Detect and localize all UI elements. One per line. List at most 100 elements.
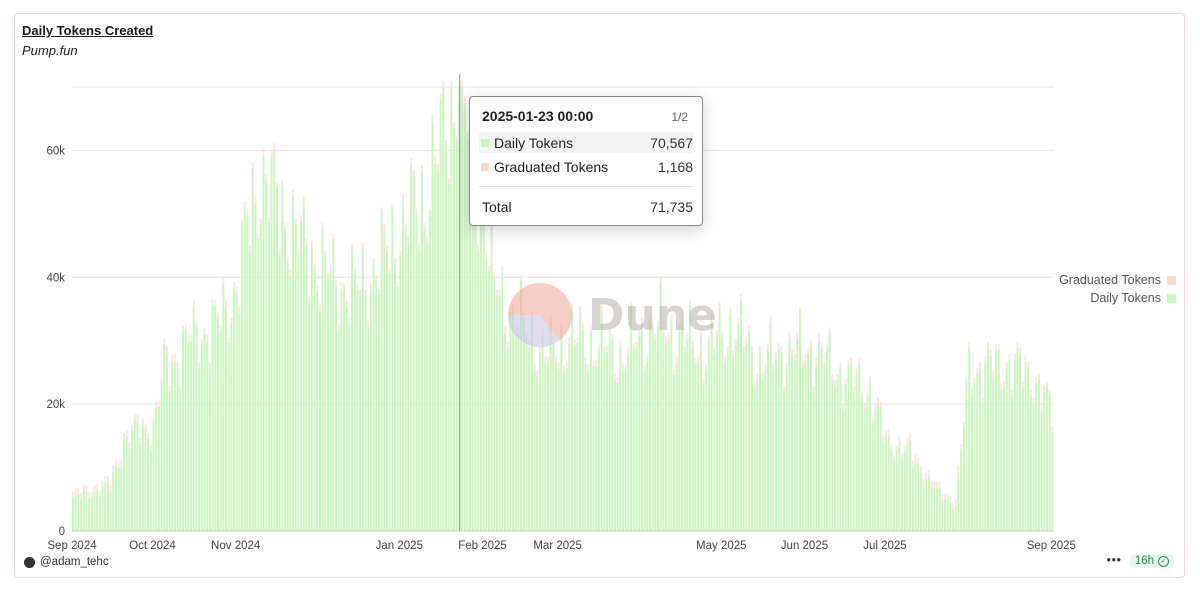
bar-daily[interactable] bbox=[662, 333, 665, 531]
bar-daily[interactable] bbox=[546, 363, 549, 531]
bar-daily[interactable] bbox=[517, 333, 520, 531]
bar-graduated[interactable] bbox=[592, 360, 595, 367]
bar-graduated[interactable] bbox=[168, 385, 171, 392]
bar-graduated[interactable] bbox=[868, 375, 871, 382]
bar-daily[interactable] bbox=[114, 466, 118, 531]
bar-graduated[interactable] bbox=[871, 415, 874, 422]
bar-daily[interactable] bbox=[686, 338, 689, 531]
bar-daily[interactable] bbox=[434, 163, 437, 532]
bar-daily[interactable] bbox=[753, 389, 756, 531]
bar-graduated[interactable] bbox=[428, 209, 431, 216]
bar-graduated[interactable] bbox=[863, 403, 866, 410]
bar-graduated[interactable] bbox=[485, 251, 488, 258]
bar-graduated[interactable] bbox=[557, 362, 560, 370]
bar-daily[interactable] bbox=[549, 321, 552, 531]
bar-daily[interactable] bbox=[192, 306, 195, 531]
bar-daily[interactable] bbox=[149, 451, 152, 531]
bar-daily[interactable] bbox=[90, 498, 93, 531]
bar-graduated[interactable] bbox=[876, 397, 880, 404]
bar-daily[interactable] bbox=[122, 439, 126, 531]
bar-daily[interactable] bbox=[667, 340, 670, 531]
bar-daily[interactable] bbox=[960, 450, 963, 531]
bar-daily[interactable] bbox=[399, 256, 402, 531]
bar-graduated[interactable] bbox=[455, 135, 458, 142]
bar-graduated[interactable] bbox=[898, 435, 901, 443]
bar-daily[interactable] bbox=[723, 362, 727, 531]
bar-daily[interactable] bbox=[925, 478, 928, 531]
bar-graduated[interactable] bbox=[842, 403, 845, 411]
bar-graduated[interactable] bbox=[208, 362, 211, 370]
bar-graduated[interactable] bbox=[283, 223, 287, 230]
bar-graduated[interactable] bbox=[222, 277, 225, 284]
bar-graduated[interactable] bbox=[742, 346, 745, 353]
bar-graduated[interactable] bbox=[241, 219, 244, 227]
bar-daily[interactable] bbox=[914, 461, 917, 531]
bar-daily[interactable] bbox=[286, 263, 289, 531]
bar-graduated[interactable] bbox=[973, 377, 976, 384]
legend-item-graduated[interactable]: Graduated Tokens bbox=[1059, 271, 1176, 289]
bar-graduated[interactable] bbox=[887, 429, 890, 436]
bar-daily[interactable] bbox=[267, 223, 270, 531]
bar-daily[interactable] bbox=[538, 352, 541, 531]
bar-graduated[interactable] bbox=[80, 492, 83, 500]
bar-daily[interactable] bbox=[962, 428, 965, 531]
bar-daily[interactable] bbox=[842, 410, 845, 531]
bar-graduated[interactable] bbox=[334, 279, 338, 287]
bar-daily[interactable] bbox=[761, 379, 764, 531]
bar-graduated[interactable] bbox=[391, 202, 394, 210]
bar-graduated[interactable] bbox=[348, 318, 351, 326]
bar-daily[interactable] bbox=[721, 337, 724, 531]
bar-graduated[interactable] bbox=[1008, 353, 1011, 361]
bar-daily[interactable] bbox=[109, 491, 112, 531]
bar-graduated[interactable] bbox=[777, 342, 780, 350]
bar-daily[interactable] bbox=[605, 351, 609, 531]
bar-graduated[interactable] bbox=[901, 453, 904, 460]
bar-daily[interactable] bbox=[72, 497, 75, 531]
bar-daily[interactable] bbox=[699, 335, 702, 531]
bar-daily[interactable] bbox=[938, 488, 941, 531]
bar-graduated[interactable] bbox=[922, 479, 925, 487]
bar-graduated[interactable] bbox=[477, 243, 480, 250]
bar-daily[interactable] bbox=[745, 342, 748, 531]
bar-graduated[interactable] bbox=[190, 335, 193, 342]
bar-graduated[interactable] bbox=[852, 386, 855, 393]
bar-daily[interactable] bbox=[576, 343, 579, 531]
bar-daily[interactable] bbox=[565, 368, 568, 531]
bar-daily[interactable] bbox=[133, 419, 136, 531]
bar-graduated[interactable] bbox=[726, 346, 729, 353]
bar-daily[interactable] bbox=[249, 251, 252, 531]
bar-daily[interactable] bbox=[101, 486, 104, 531]
bar-daily[interactable] bbox=[1016, 348, 1019, 531]
bar-daily[interactable] bbox=[93, 491, 96, 531]
bar-graduated[interactable] bbox=[238, 306, 241, 314]
bar-daily[interactable] bbox=[774, 358, 778, 531]
bar-daily[interactable] bbox=[968, 348, 971, 531]
bar-graduated[interactable] bbox=[603, 346, 606, 353]
bar-daily[interactable] bbox=[981, 403, 984, 531]
bar-graduated[interactable] bbox=[498, 289, 501, 296]
bar-daily[interactable] bbox=[214, 305, 217, 531]
bar-graduated[interactable] bbox=[563, 364, 566, 372]
bar-daily[interactable] bbox=[866, 397, 869, 531]
bar-daily[interactable] bbox=[487, 271, 490, 531]
bar-graduated[interactable] bbox=[756, 373, 759, 380]
bar-graduated[interactable] bbox=[426, 235, 429, 243]
bar-daily[interactable] bbox=[200, 345, 203, 531]
bar-graduated[interactable] bbox=[267, 217, 270, 224]
bar-graduated[interactable] bbox=[399, 249, 402, 257]
bar-daily[interactable] bbox=[144, 430, 147, 531]
bar-daily[interactable] bbox=[302, 201, 305, 531]
bar-graduated[interactable] bbox=[976, 367, 979, 374]
bar-daily[interactable] bbox=[442, 87, 445, 532]
bar-daily[interactable] bbox=[809, 346, 812, 531]
bar-daily[interactable] bbox=[922, 486, 925, 531]
bar-graduated[interactable] bbox=[131, 425, 134, 432]
bar-daily[interactable] bbox=[211, 305, 214, 531]
bar-daily[interactable] bbox=[313, 269, 316, 531]
bar-daily[interactable] bbox=[560, 329, 563, 531]
bar-daily[interactable] bbox=[297, 254, 300, 531]
bar-daily[interactable] bbox=[254, 203, 257, 531]
bar-daily[interactable] bbox=[485, 257, 488, 531]
bar-daily[interactable] bbox=[206, 341, 209, 531]
bar-daily[interactable] bbox=[616, 383, 619, 531]
